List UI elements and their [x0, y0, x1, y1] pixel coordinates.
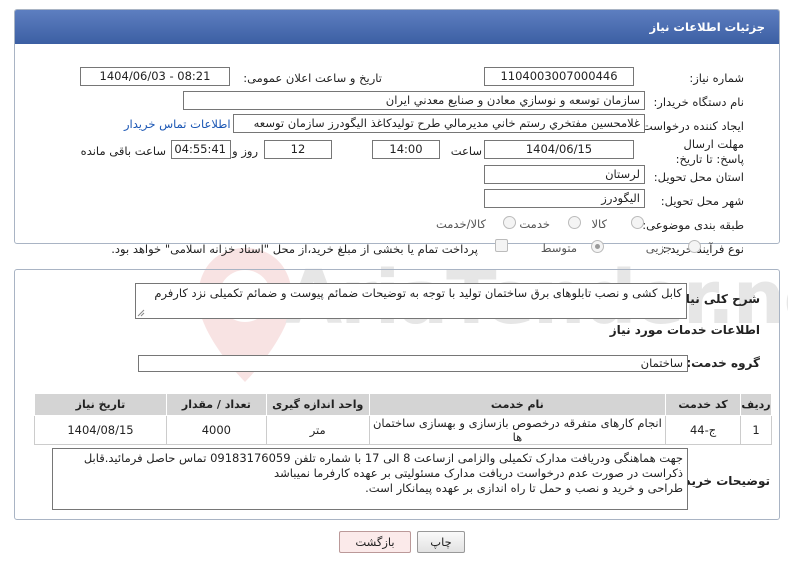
cell-unit: متر — [265, 415, 370, 445]
col-quantity: تعداد / مقدار — [165, 393, 267, 416]
description-textarea[interactable]: کابل کشی و نصب تابلوهای برق ساختمان تولی… — [135, 283, 687, 319]
city-label: شهر محل تحویل: — [660, 194, 744, 208]
process-radio-medium[interactable] — [591, 240, 604, 253]
cell-service-code: ج-44 — [665, 415, 742, 445]
city-field[interactable]: اليگودرز — [484, 189, 645, 208]
announce-label: تاریخ و ساعت اعلان عمومی: — [243, 71, 382, 85]
contact-info-link[interactable]: اطلاعات تماس خریدار — [124, 117, 231, 131]
table-header-row: ردیف کد خدمت نام خدمت واحد اندازه گیری ت… — [34, 393, 772, 416]
category-radio-goods-service[interactable] — [503, 216, 516, 229]
province-field[interactable]: لرستان — [484, 165, 645, 184]
need-number-label: شماره نیاز: — [689, 71, 744, 85]
col-need-date: تاریخ نیاز — [34, 393, 167, 416]
print-button[interactable]: چاپ — [417, 531, 465, 553]
buyer-org-field[interactable]: سازمان توسعه و نوسازي معادن و صنايع معدن… — [183, 91, 645, 110]
province-label: استان محل تحویل: — [653, 170, 744, 184]
buyer-org-label: نام دستگاه خریدار: — [653, 95, 744, 109]
process-option-medium: متوسط — [540, 241, 577, 255]
remaining-label: ساعت باقی مانده — [80, 144, 166, 158]
category-option-service: خدمت — [519, 217, 550, 231]
need-number-field[interactable]: 1104003007000446 — [484, 67, 634, 86]
creator-field[interactable]: غلامحسين مفتخري رستم خاني مديرمالي طرح ت… — [233, 114, 645, 133]
treasury-checkbox[interactable] — [495, 239, 508, 252]
days-label: روز و — [232, 144, 258, 158]
process-radio-minor[interactable] — [688, 240, 701, 253]
creator-label: ایجاد کننده درخواست: — [638, 119, 744, 133]
col-unit: واحد اندازه گیری — [265, 393, 370, 416]
announce-field[interactable]: 1404/06/03 - 08:21 — [80, 67, 230, 86]
buyer-notes-textarea[interactable]: جهت هماهنگی ودریافت مدارک تکمیلی والزامی… — [52, 448, 688, 510]
days-field[interactable]: 12 — [264, 140, 332, 159]
cell-row-number: 1 — [740, 415, 772, 445]
cell-need-date: 1404/08/15 — [34, 415, 167, 445]
col-row-number: ردیف — [740, 393, 772, 416]
service-group-label: گروه خدمت: — [686, 356, 760, 370]
services-table: ردیف کد خدمت نام خدمت واحد اندازه گیری ت… — [34, 393, 772, 445]
resize-handle-icon[interactable] — [137, 309, 145, 317]
category-radio-service[interactable] — [568, 216, 581, 229]
category-radio-goods[interactable] — [631, 216, 644, 229]
category-label: طبقه بندی موضوعی: — [642, 218, 744, 232]
panel-header: جزئیات اطلاعات نیاز — [15, 10, 779, 44]
remaining-time-field[interactable]: 04:55:41 — [171, 140, 231, 159]
buyer-notes-line-2: ذکراست در صورت عدم درخواست دریافت مدارک … — [274, 466, 683, 480]
services-section-title: اطلاعات خدمات مورد نیاز — [609, 323, 760, 337]
deadline-time-field[interactable]: 14:00 — [372, 140, 440, 159]
buyer-notes-line-3: طراحی و خرید و نصب و حمل تا راه اندازی ب… — [365, 481, 683, 495]
deadline-label: مهلت ارسال پاسخ: تا تاریخ: — [675, 137, 744, 166]
cell-quantity: 4000 — [165, 415, 267, 445]
cell-service-name: انجام کارهای متفرقه درخصوص بازسازی و بهس… — [368, 415, 667, 445]
col-service-name: نام خدمت — [368, 393, 667, 416]
back-button[interactable]: بازگشت — [339, 531, 411, 553]
service-group-field[interactable]: ساختمان — [138, 355, 688, 372]
treasury-note: پرداخت تمام یا بخشی از مبلغ خرید،از محل … — [111, 242, 478, 256]
col-service-code: کد خدمت — [665, 393, 742, 416]
category-option-goods-service: کالا/خدمت — [435, 217, 486, 231]
buyer-notes-line-1: جهت هماهنگی ودریافت مدارک تکمیلی والزامی… — [83, 451, 683, 465]
time-label: ساعت — [450, 144, 482, 158]
table-row: 1 ج-44 انجام کارهای متفرقه درخصوص بازساز… — [34, 415, 772, 445]
deadline-date-field[interactable]: 1404/06/15 — [484, 140, 634, 159]
category-option-goods: کالا — [591, 217, 607, 231]
process-label: نوع فرآیند خرید : — [662, 242, 744, 256]
process-option-minor: جزیی — [645, 241, 672, 255]
